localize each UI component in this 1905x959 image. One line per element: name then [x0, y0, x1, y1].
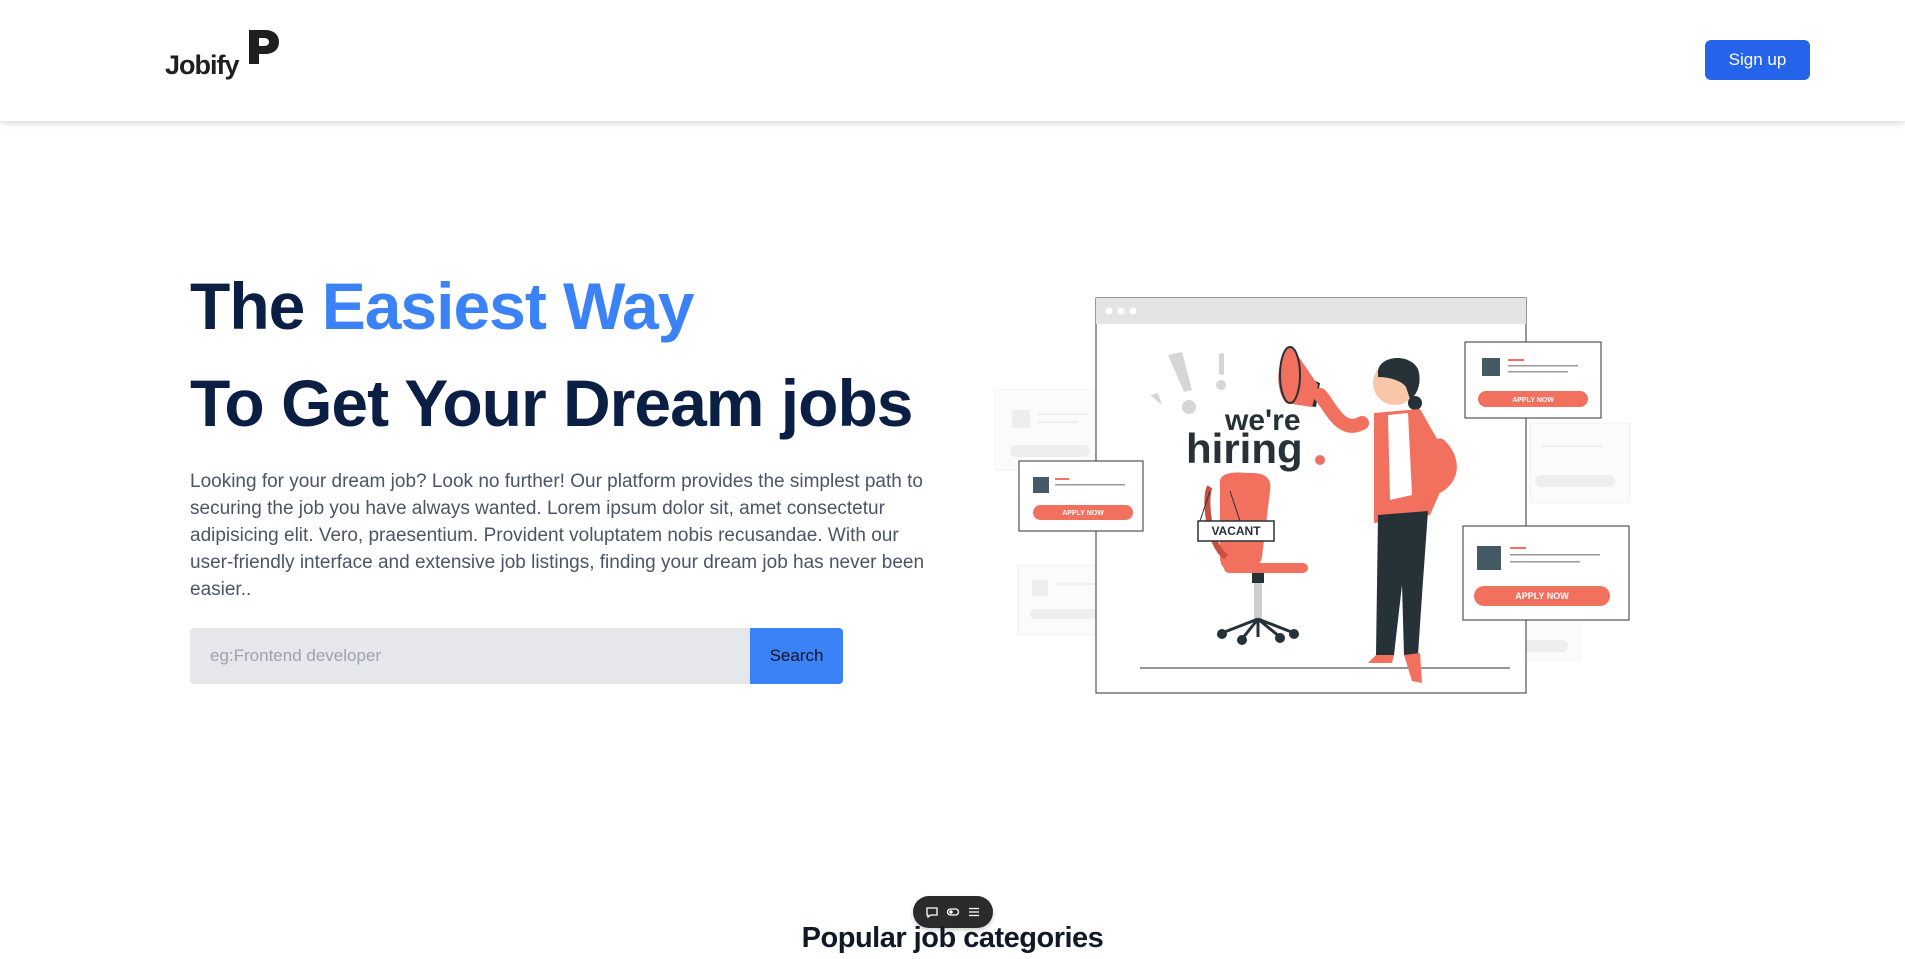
logo-mark-icon: [249, 30, 279, 64]
background-job-card-right: [1529, 422, 1631, 504]
hero-title-line-1: The Easiest Way: [190, 268, 695, 344]
toggle-icon[interactable]: [945, 904, 961, 920]
vacant-sign-text: VACANT: [1211, 524, 1261, 538]
browser-window: [1095, 297, 1527, 694]
apply-now-label: APPLY NOW: [1512, 397, 1554, 404]
hero-title-line-2: To Get Your Dream jobs: [190, 366, 913, 440]
hero-title-accent: Easiest Way: [321, 269, 695, 343]
job-search-bar: Search: [190, 628, 843, 684]
logo-text: Jobify: [165, 50, 240, 80]
jobify-logo[interactable]: Jobify: [165, 28, 285, 88]
job-card-top-right: APPLY NOW: [1464, 341, 1602, 419]
illustration-headline-2: hiring: [1186, 425, 1303, 472]
hiring-illustration: we're hiring VACANT APPLY NOW APPLY NOW …: [994, 297, 1631, 694]
apply-now-label: APPLY NOW: [1062, 510, 1104, 517]
site-header: Jobify Sign up: [0, 0, 1905, 122]
menu-icon[interactable]: [966, 904, 982, 920]
hero-description: Looking for your dream job? Look no furt…: [190, 471, 925, 600]
search-button[interactable]: Search: [750, 628, 843, 684]
apply-now-label: APPLY NOW: [1515, 591, 1569, 601]
job-search-input[interactable]: [190, 628, 750, 684]
comment-icon[interactable]: [924, 904, 940, 920]
job-card-mid-left: APPLY NOW: [1018, 460, 1144, 532]
job-card-lower-right: APPLY NOW: [1462, 525, 1630, 621]
background-job-card-left: [994, 389, 1106, 471]
signup-button[interactable]: Sign up: [1705, 40, 1810, 80]
hero-title-prefix: The: [190, 269, 322, 343]
popular-categories-title: Popular job categories: [801, 922, 1104, 954]
